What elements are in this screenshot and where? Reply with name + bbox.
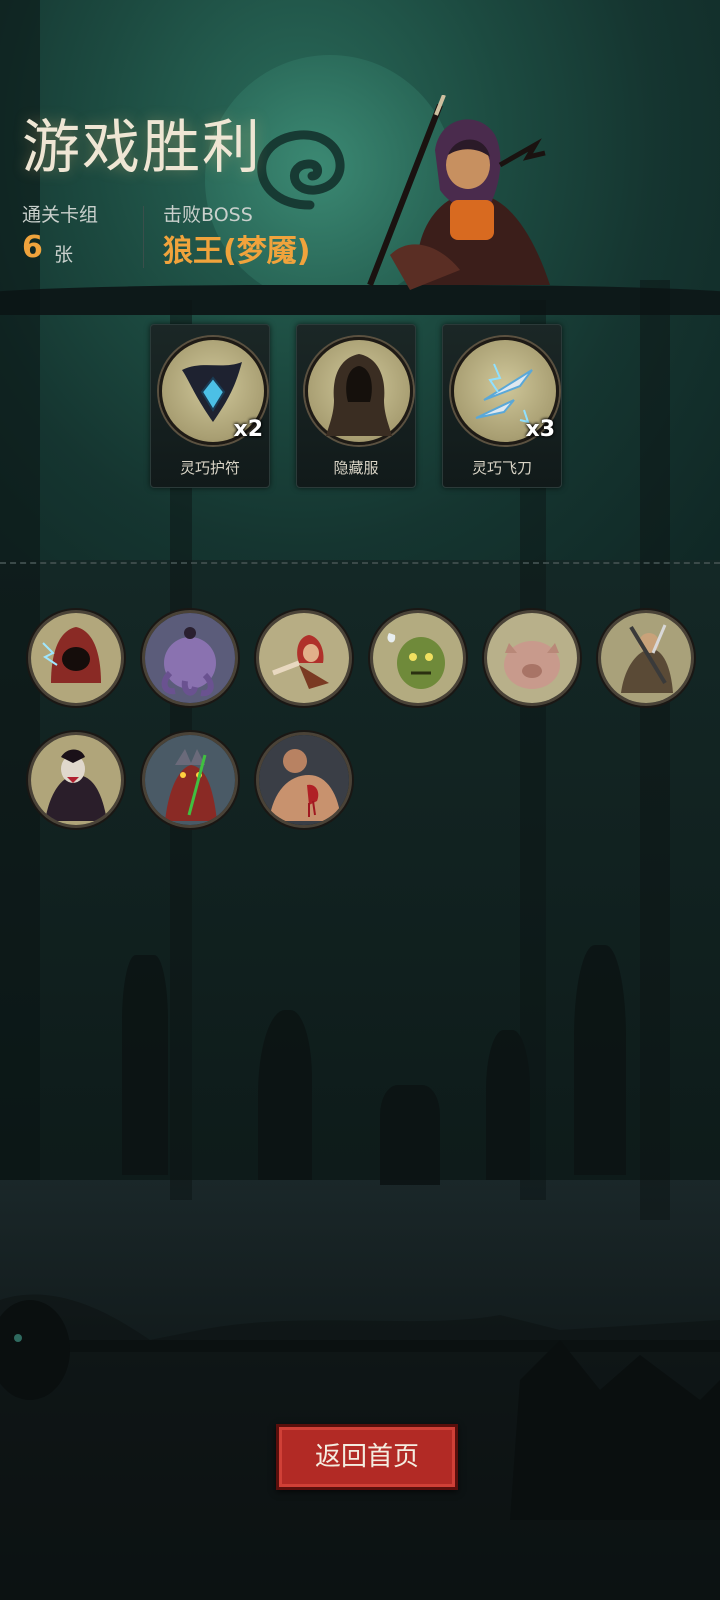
armored-warrior-portrait[interactable] xyxy=(598,610,694,706)
red-hood-portrait[interactable] xyxy=(256,610,352,706)
hood-cloak-icon xyxy=(305,337,413,445)
hero-character-illustration xyxy=(367,95,550,290)
deck-unit: 张 xyxy=(54,244,74,266)
return-home-button[interactable]: 返回首页 xyxy=(276,1424,458,1490)
pig-beast-portrait[interactable] xyxy=(484,610,580,706)
green-ghoul-portrait[interactable] xyxy=(370,610,466,706)
tentacle-beast-portrait[interactable] xyxy=(142,610,238,706)
reward-card[interactable]: 隐藏服 xyxy=(296,324,416,488)
reward-quantity: x3 xyxy=(525,417,556,442)
reward-quantity: x2 xyxy=(233,417,264,442)
section-divider xyxy=(0,562,720,564)
deck-label: 通关卡组 xyxy=(22,204,99,226)
stat-divider xyxy=(143,206,144,268)
boss-name: 狼王(梦魇) xyxy=(163,234,311,269)
red-wolf-portrait[interactable] xyxy=(142,732,238,828)
reward-name: 隐藏服 xyxy=(333,459,379,477)
reward-card[interactable]: x3 灵巧飞刀 xyxy=(442,324,562,488)
boss-label: 击败BOSS xyxy=(163,204,253,226)
brute-portrait[interactable] xyxy=(256,732,352,828)
hooded-mage-portrait[interactable] xyxy=(28,610,124,706)
reward-name: 灵巧飞刀 xyxy=(471,459,532,477)
victory-title: 游戏胜利 xyxy=(22,113,263,181)
reward-name: 灵巧护符 xyxy=(179,459,240,477)
reward-card[interactable]: x2 灵巧护符 xyxy=(150,324,270,488)
deck-count: 6 xyxy=(22,230,43,265)
vampire-portrait[interactable] xyxy=(28,732,124,828)
